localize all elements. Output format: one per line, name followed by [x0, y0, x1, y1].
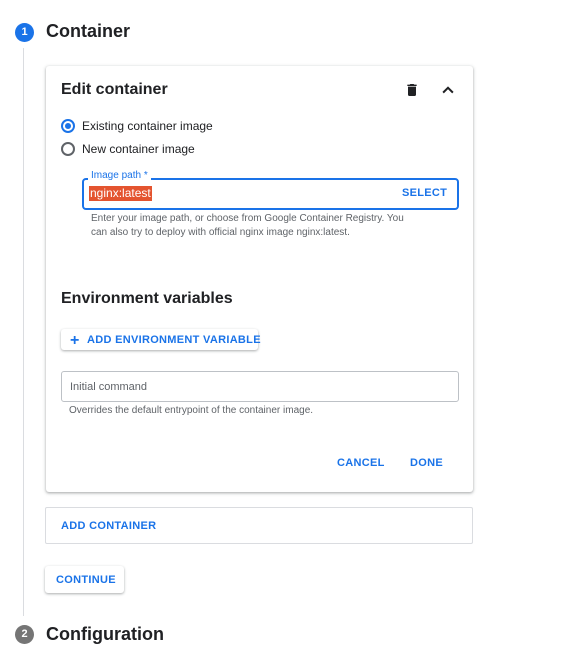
initial-command-input[interactable] — [61, 371, 459, 402]
add-env-variable-button[interactable]: + ADD ENVIRONMENT VARIABLE — [61, 329, 261, 350]
env-variables-title: Environment variables — [61, 290, 233, 307]
initial-command-hint: Overrides the default entrypoint of the … — [69, 405, 314, 416]
trash-icon[interactable] — [404, 82, 420, 98]
step-2-number: 2 — [15, 625, 34, 644]
add-env-variable-label: ADD ENVIRONMENT VARIABLE — [87, 334, 261, 346]
new-image-radio[interactable] — [61, 142, 75, 156]
cancel-button[interactable]: CANCEL — [337, 457, 385, 469]
edit-container-card: Edit container Existing container image … — [46, 66, 473, 492]
step-1-number: 1 — [15, 23, 34, 42]
image-path-hint-line1: Enter your image path, or choose from Go… — [91, 213, 404, 224]
done-button[interactable]: DONE — [410, 457, 443, 469]
add-container-label: ADD CONTAINER — [61, 520, 157, 532]
step-2-title: Configuration — [46, 624, 164, 644]
step-1-title: Container — [46, 21, 131, 41]
existing-image-radio[interactable] — [61, 119, 75, 133]
plus-icon: + — [70, 332, 80, 349]
add-container-button[interactable]: ADD CONTAINER — [45, 507, 473, 544]
card-title: Edit container — [61, 81, 168, 98]
image-path-hint-line2: can also try to deploy with official ngi… — [91, 227, 350, 238]
select-image-button[interactable]: SELECT — [402, 187, 447, 199]
chevron-up-icon[interactable] — [439, 81, 457, 99]
image-path-value[interactable]: nginx:latest — [89, 186, 152, 201]
existing-image-label: Existing container image — [82, 119, 213, 133]
image-path-label: Image path * — [88, 170, 151, 181]
step-connector-line — [23, 48, 24, 616]
continue-button[interactable]: CONTINUE — [45, 566, 124, 593]
continue-label: CONTINUE — [56, 574, 116, 586]
new-image-label: New container image — [82, 142, 195, 156]
